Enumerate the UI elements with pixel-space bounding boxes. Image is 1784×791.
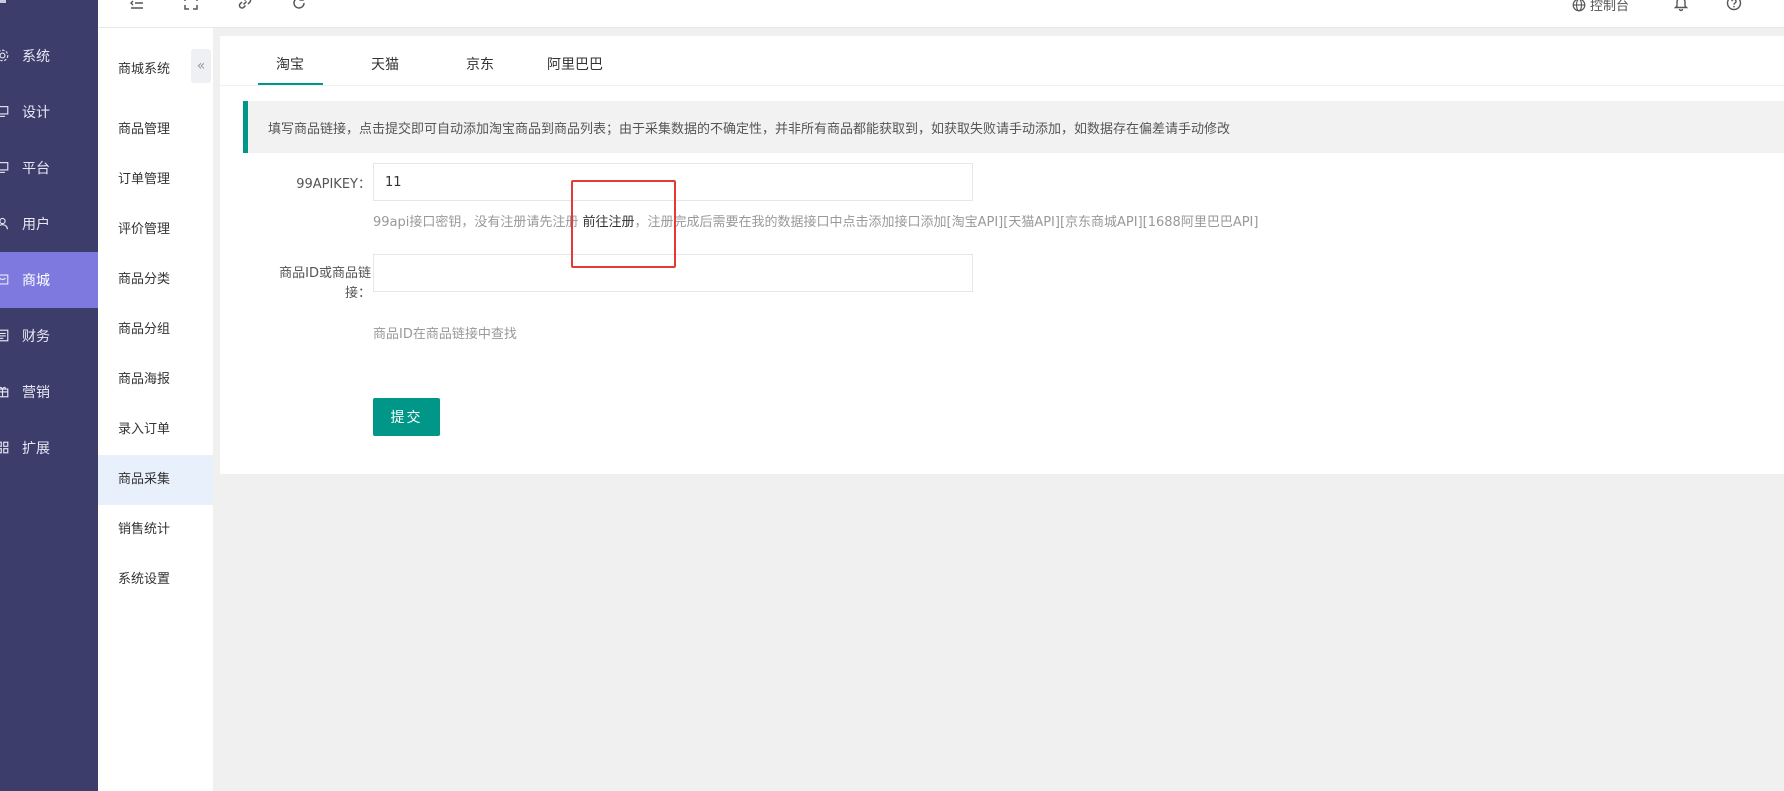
link-icon[interactable] bbox=[236, 0, 254, 12]
nav-item-extend[interactable]: 扩展 bbox=[0, 420, 98, 476]
tab-alibaba[interactable]: 阿里巴巴 bbox=[547, 54, 603, 74]
nav-item-system[interactable]: 系统 bbox=[0, 28, 98, 84]
sidebar-item-collect[interactable]: 商品采集 bbox=[98, 455, 213, 505]
bell-icon[interactable] bbox=[1672, 0, 1690, 12]
sidebar-item-groups[interactable]: 商品分组 bbox=[98, 305, 213, 355]
nav-item-shop[interactable]: 商城 bbox=[0, 252, 98, 308]
nav-item-platform[interactable]: 平台 bbox=[0, 140, 98, 196]
logo-fragment bbox=[0, 0, 6, 3]
apikey-help-text: 99api接口密钥，没有注册请先注册 bbox=[373, 215, 583, 230]
apikey-label: 99APIKEY： bbox=[296, 177, 371, 192]
nav-label: 商城 bbox=[22, 273, 50, 289]
sidebar-item-posters[interactable]: 商品海报 bbox=[98, 355, 213, 405]
notice-text: 填写商品链接，点击提交即可自动添加淘宝商品到商品列表；由于采集数据的不确定性，并… bbox=[268, 122, 1231, 137]
product-id-label-line2: 接： bbox=[344, 286, 371, 301]
nav-item-finance[interactable]: 财务 bbox=[0, 308, 98, 364]
sidebar-item-enter-order[interactable]: 录入订单 bbox=[98, 405, 213, 455]
notice-banner: 填写商品链接，点击提交即可自动添加淘宝商品到商品列表；由于采集数据的不确定性，并… bbox=[243, 101, 1784, 153]
submit-button[interactable]: 提交 bbox=[373, 398, 440, 436]
sidebar-item-reviews[interactable]: 评价管理 bbox=[98, 205, 213, 255]
highlight-box bbox=[571, 180, 676, 268]
globe-icon bbox=[1572, 0, 1586, 11]
content-card: 淘宝 天猫 京东 阿里巴巴 填写商品链接，点击提交即可自动添加淘宝商品到商品列表… bbox=[220, 36, 1784, 474]
top-bar: 控制台 bbox=[98, 0, 1784, 28]
nav-label: 系统 bbox=[22, 49, 50, 65]
monitor-icon bbox=[0, 105, 9, 118]
tab-jd[interactable]: 京东 bbox=[466, 54, 494, 74]
console-link[interactable]: 控制台 bbox=[1572, 0, 1629, 14]
sidebar-item-sales-stats[interactable]: 销售统计 bbox=[98, 505, 213, 555]
platform-tabs: 淘宝 天猫 京东 阿里巴巴 bbox=[220, 36, 1784, 86]
monitor-icon bbox=[0, 161, 9, 174]
nav-logo-area bbox=[0, 0, 98, 28]
product-id-label-line1: 商品ID或商品链 bbox=[279, 266, 371, 281]
secondary-sidebar: 商城系统 « 商品管理 订单管理 评价管理 商品分类 商品分组 商品海报 录入订… bbox=[98, 28, 213, 791]
nav-item-user[interactable]: 用户 bbox=[0, 196, 98, 252]
active-tab-indicator bbox=[258, 83, 323, 85]
gift-icon bbox=[0, 385, 9, 398]
sidebar-item-categories[interactable]: 商品分类 bbox=[98, 255, 213, 305]
nav-label: 用户 bbox=[22, 217, 50, 233]
sidebar-item-settings[interactable]: 系统设置 bbox=[98, 555, 213, 605]
shop-icon bbox=[0, 273, 9, 286]
product-id-help: 商品ID在商品链接中查找 bbox=[373, 327, 517, 342]
user-icon bbox=[0, 217, 9, 230]
main-nav: 系统 设计 平台 用户 商城 财务 营销 扩展 bbox=[0, 0, 98, 791]
refresh-icon[interactable] bbox=[290, 0, 308, 12]
sidebar-item-orders[interactable]: 订单管理 bbox=[98, 155, 213, 205]
gear-icon bbox=[0, 49, 9, 62]
ledger-icon bbox=[0, 329, 9, 342]
sidebar-item-products[interactable]: 商品管理 bbox=[98, 105, 213, 155]
double-chevron-left-icon: « bbox=[196, 58, 206, 74]
product-id-label: 商品ID或商品链 接： bbox=[250, 264, 371, 304]
tab-tmall[interactable]: 天猫 bbox=[371, 54, 399, 74]
console-label: 控制台 bbox=[1590, 0, 1630, 14]
help-icon[interactable] bbox=[1725, 0, 1743, 12]
nav-label: 设计 bbox=[22, 105, 50, 121]
nav-label: 平台 bbox=[22, 161, 50, 177]
nav-item-marketing[interactable]: 营销 bbox=[0, 364, 98, 420]
fullscreen-icon[interactable] bbox=[182, 0, 200, 12]
tab-taobao[interactable]: 淘宝 bbox=[276, 54, 304, 74]
nav-label: 财务 bbox=[22, 329, 50, 345]
grid-icon bbox=[0, 441, 9, 454]
nav-item-design[interactable]: 设计 bbox=[0, 84, 98, 140]
collapse-sidebar-button[interactable]: « bbox=[191, 49, 211, 83]
apikey-help: 99api接口密钥，没有注册请先注册 前往注册，注册完成后需要在我的数据接口中点… bbox=[373, 211, 1258, 230]
menu-fold-icon[interactable] bbox=[128, 0, 146, 12]
nav-label: 扩展 bbox=[22, 441, 50, 457]
nav-label: 营销 bbox=[22, 385, 50, 401]
apikey-help-text-rest: ，注册完成后需要在我的数据接口中点击添加接口添加[淘宝API][天猫API][京… bbox=[634, 215, 1259, 230]
subnav-title: 商城系统 bbox=[118, 62, 171, 77]
